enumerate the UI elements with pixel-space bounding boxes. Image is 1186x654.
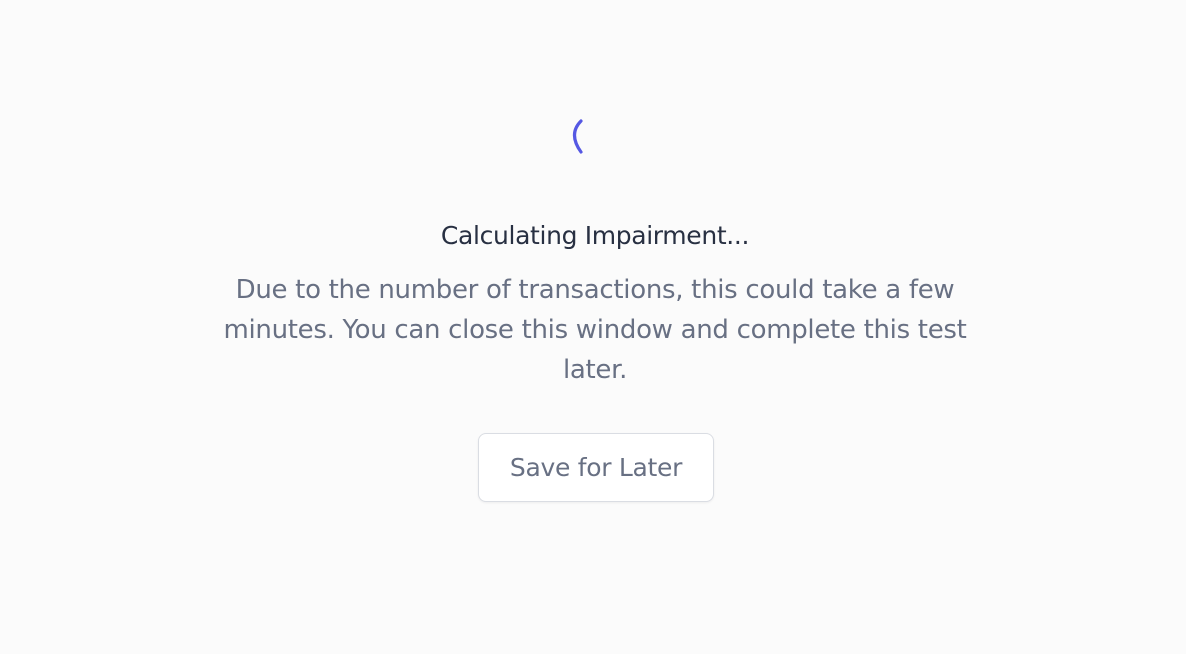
loading-spinner-icon (567, 114, 605, 158)
save-for-later-button[interactable]: Save for Later (478, 433, 714, 502)
calculation-status-title: Calculating Impairment... (440, 221, 750, 250)
calculation-progress-view: Calculating Impairment... Due to the num… (0, 0, 1186, 654)
calculation-status-description: Due to the number of transactions, this … (223, 275, 967, 385)
